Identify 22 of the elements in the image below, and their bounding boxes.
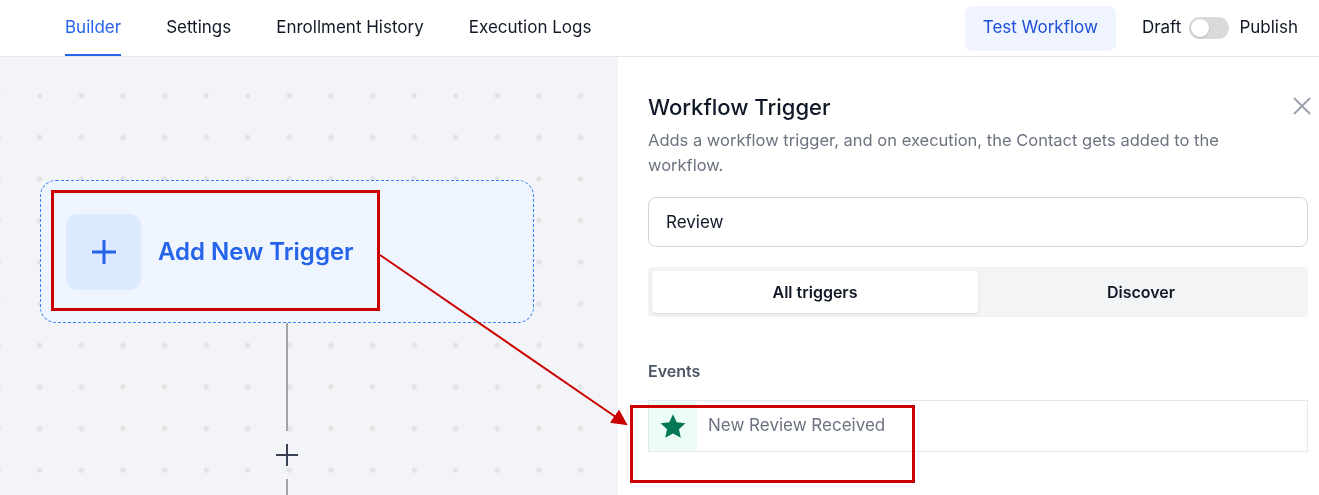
- add-step-icon[interactable]: [276, 444, 298, 466]
- section-heading: Events: [648, 360, 702, 383]
- panel-description: Adds a workflow trigger, and on execution, the Contact gets added to the workflow.: [648, 129, 1220, 177]
- trigger-node[interactable]: Add New Trigger: [40, 180, 534, 323]
- connector-line: [286, 479, 288, 495]
- star-icon: [659, 412, 687, 440]
- nav-tab[interactable]: Settings: [166, 0, 232, 56]
- trigger-label: Add New Trigger: [158, 235, 354, 268]
- trigger-item[interactable]: New Review Received: [648, 400, 1308, 452]
- trigger-item-label: New Review Received: [708, 414, 886, 438]
- publish-label: Publish: [1239, 16, 1298, 40]
- close-icon[interactable]: [1293, 97, 1311, 115]
- segment-tab[interactable]: All triggers: [652, 271, 978, 313]
- test-workflow-button[interactable]: Test Workflow: [964, 5, 1116, 51]
- search-field[interactable]: Review: [648, 197, 1308, 247]
- nav-tab[interactable]: Execution Logs: [468, 0, 592, 56]
- draft-label: Draft: [1141, 16, 1182, 40]
- panel-title: Workflow Trigger: [648, 93, 831, 122]
- nav-tab[interactable]: Enrollment History: [276, 0, 424, 56]
- segment-tab[interactable]: Discover: [978, 271, 1304, 313]
- publish-toggle[interactable]: [1189, 17, 1230, 39]
- plus-icon: [90, 238, 117, 265]
